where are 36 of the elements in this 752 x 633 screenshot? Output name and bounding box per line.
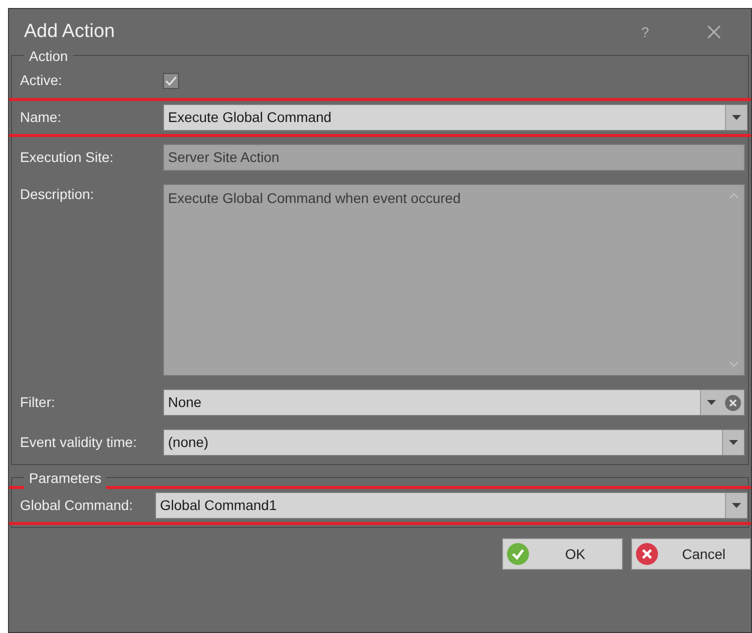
dropdown-field[interactable]: None	[163, 389, 745, 416]
field-value: Execute Global Command when event occured	[167, 189, 462, 208]
caret-icon	[707, 400, 716, 405]
caret-icon	[729, 440, 738, 445]
caret-icon	[732, 115, 741, 120]
ok-button[interactable]: OK	[502, 538, 622, 570]
dropdown-arrow-button[interactable]	[725, 105, 747, 130]
field-value: Server Site Action	[167, 148, 280, 167]
close-icon	[706, 24, 722, 40]
dropdown-field[interactable]: Execute Global Command	[163, 104, 748, 131]
field-label: Name:	[20, 108, 62, 127]
cancel-icon	[636, 543, 658, 565]
dropdown-field[interactable]: (none)	[163, 429, 745, 456]
field-label: Event validity time:	[20, 433, 138, 452]
dropdown-arrow-button[interactable]	[700, 390, 722, 415]
scroll-down-icon	[729, 361, 739, 367]
dropdown-arrow-button[interactable]	[722, 430, 744, 455]
cancel-button[interactable]: Cancel	[630, 538, 751, 570]
caret-icon	[732, 503, 741, 508]
checkmark-icon	[165, 76, 177, 86]
window-title: Add Action	[24, 20, 116, 44]
dropdown-arrow-button[interactable]	[725, 493, 747, 518]
clear-icon	[725, 394, 741, 410]
dropdown-field[interactable]: Global Command1	[155, 492, 748, 519]
field-value: (none)	[167, 433, 210, 452]
clear-button[interactable]	[722, 390, 744, 415]
field-label: Execution Site:	[20, 148, 114, 167]
field-value: None	[167, 393, 202, 412]
field-label: Active:	[20, 71, 64, 90]
scroll-up-icon	[729, 193, 739, 199]
checkmark-icon	[507, 543, 529, 565]
field-label: Filter:	[20, 393, 56, 412]
field-value: Global Command1	[159, 496, 278, 515]
field-label: Description:	[20, 185, 95, 204]
field-label: Global Command:	[20, 496, 134, 515]
field-value: Execute Global Command	[167, 108, 332, 127]
